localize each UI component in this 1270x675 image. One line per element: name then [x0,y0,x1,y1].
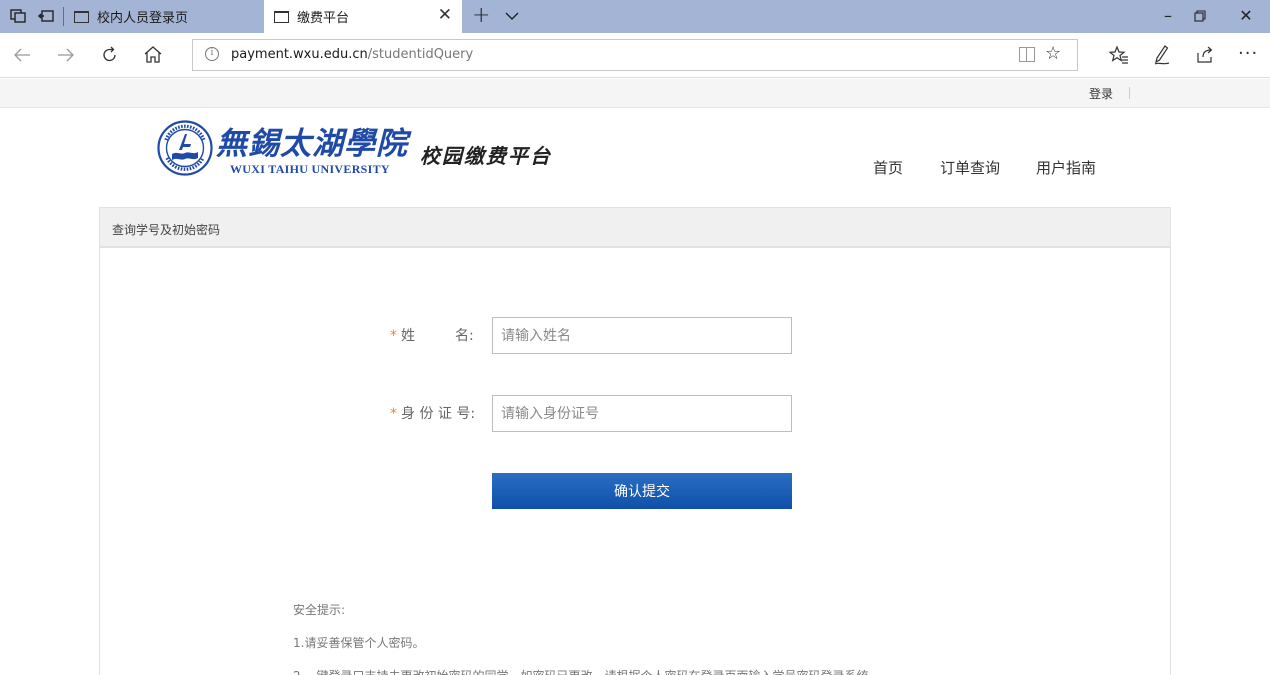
url-domain: payment.wxu.edu.cn [231,47,368,62]
forward-icon[interactable] [56,46,76,64]
pen-icon[interactable] [1153,44,1171,66]
back-icon[interactable] [12,46,32,64]
university-english-name: WUXI TAIHU UNIVERSITY [230,162,390,176]
page-icon [274,10,289,23]
security-tips-title: 安全提示: [293,603,346,617]
browser-toolbar: i payment.wxu.edu.cn/studentidQuery ☆ ··… [0,33,1270,78]
query-panel: 查询学号及初始密码 *姓 名: *身 份 证 号: 确认提交 安全提示: 1.请… [99,207,1171,675]
id-number-label: * 身 份 证 号: [390,403,475,423]
submit-button[interactable]: 确认提交 [492,473,792,509]
nav-home[interactable]: 首页 [873,157,903,178]
platform-title: 校园缴费平台 [420,144,552,168]
name-label: * 姓 [390,325,415,345]
nav-user-guide[interactable]: 用户指南 [1036,157,1096,178]
university-seal-logo[interactable] [157,120,213,176]
close-tab-icon[interactable]: ✕ [438,7,452,24]
id-number-input[interactable] [492,395,792,432]
name-label-part1: 姓 [401,328,415,344]
new-tab-icon[interactable]: + [472,4,490,28]
name-label-part2: 名: [455,328,474,344]
page-icon [74,10,89,23]
favorites-list-icon[interactable] [1109,45,1129,65]
nav-order-query[interactable]: 订单查询 [940,157,1000,178]
more-menu-icon[interactable]: ··· [1238,43,1258,64]
university-chinese-name: 無錫太湖學院 [216,126,408,162]
topbar-divider [1129,87,1130,99]
login-link[interactable]: 登录 [1089,85,1113,102]
chevron-down-icon[interactable] [504,8,520,24]
tab-label: 校内人员登录页 [97,11,189,26]
site-topbar: 登录 [0,79,1270,108]
name-input[interactable] [492,317,792,354]
id-number-label-text: 身 份 证 号: [401,406,476,422]
refresh-icon[interactable] [101,46,119,64]
close-window-icon[interactable]: ✕ [1234,6,1258,25]
site-info-icon[interactable]: i [205,47,219,61]
share-icon[interactable] [1195,45,1215,65]
url-path: /studentidQuery [367,47,474,62]
required-mark: * [390,328,397,344]
minimize-icon[interactable]: – [1156,6,1180,25]
tabs-aside-icon[interactable] [38,8,54,24]
favorite-star-icon[interactable]: ☆ [1045,43,1061,64]
address-bar[interactable]: i payment.wxu.edu.cn/studentidQuery ☆ [192,39,1078,71]
home-icon[interactable] [143,45,163,64]
security-tip-item: 1.请妥善保管个人密码。 [293,636,425,650]
tab-label: 缴费平台 [297,11,350,26]
set-aside-tabs-icon[interactable] [10,8,26,24]
restore-icon[interactable] [1194,10,1206,22]
reading-view-icon[interactable] [1019,47,1035,62]
panel-title: 查询学号及初始密码 [100,208,1170,248]
required-mark: * [390,406,397,422]
tab-strip: 校内人员登录页 缴费平台 ✕ + – ✕ [0,0,1270,33]
address-url[interactable]: payment.wxu.edu.cn/studentidQuery [231,47,473,62]
security-tip-item: 2.一键登录口支持未更改初始密码的同学，如密码已更改，请根据个人密码在登录页面输… [293,667,880,675]
tab-payment-platform[interactable]: 缴费平台 ✕ [264,0,462,33]
tab-login-page[interactable]: 校内人员登录页 [64,0,264,33]
